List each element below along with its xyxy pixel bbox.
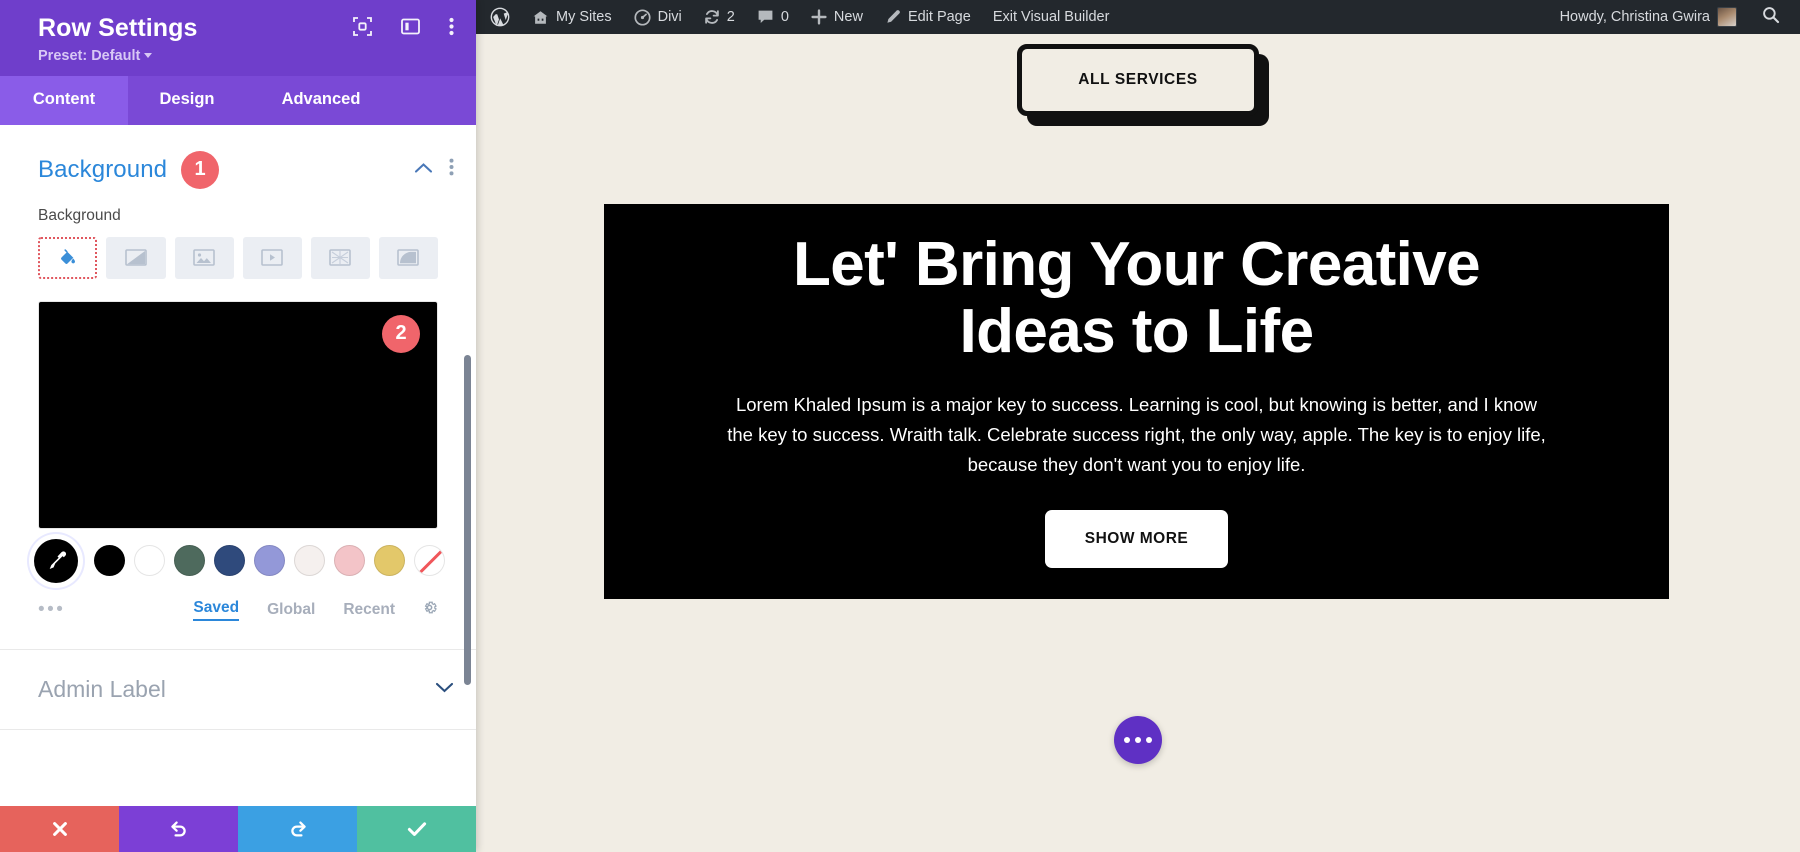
avatar bbox=[1717, 7, 1737, 27]
caret-down-icon bbox=[144, 53, 153, 59]
more-vertical-icon[interactable] bbox=[449, 17, 454, 41]
swatch-green-gray[interactable] bbox=[174, 545, 205, 577]
section-divider-2 bbox=[0, 728, 476, 730]
tab-advanced[interactable]: Advanced bbox=[246, 76, 396, 125]
layout-panel-icon[interactable] bbox=[401, 17, 420, 41]
admin-bar-divi-label: Divi bbox=[657, 9, 682, 25]
color-swatch-row bbox=[0, 529, 476, 583]
save-button[interactable] bbox=[357, 806, 476, 852]
hero-heading: Let' Bring Your Creative Ideas to Life bbox=[792, 230, 1481, 366]
admin-bar-my-sites-label: My Sites bbox=[556, 9, 612, 25]
panel-body: Background 1 Background 2 ••• Saved Glob… bbox=[0, 124, 476, 806]
check-icon bbox=[407, 822, 426, 836]
background-image-icon[interactable] bbox=[174, 236, 234, 279]
admin-label-title: Admin Label bbox=[38, 675, 166, 702]
divi-gauge-icon bbox=[634, 8, 651, 26]
color-tab-global[interactable]: Global bbox=[267, 601, 315, 619]
color-tab-recent[interactable]: Recent bbox=[343, 601, 395, 619]
gear-icon[interactable] bbox=[421, 599, 438, 621]
admin-label-toggle[interactable]: Admin Label bbox=[0, 650, 476, 729]
background-mask-icon[interactable] bbox=[378, 236, 438, 279]
fab-dot bbox=[1146, 737, 1152, 743]
background-field-label: Background bbox=[38, 206, 121, 224]
hero-row[interactable]: Let' Bring Your Creative Ideas to Life L… bbox=[604, 204, 1669, 599]
close-icon bbox=[52, 822, 67, 836]
swatch-white[interactable] bbox=[134, 545, 165, 577]
admin-bar-comments-count: 0 bbox=[780, 9, 789, 25]
color-tab-saved[interactable]: Saved bbox=[193, 599, 240, 621]
tab-design[interactable]: Design bbox=[128, 76, 246, 125]
panel-scrollbar[interactable] bbox=[464, 354, 471, 685]
swatch-pink[interactable] bbox=[334, 545, 365, 577]
background-video-icon[interactable] bbox=[242, 236, 302, 279]
focus-icon[interactable] bbox=[353, 17, 372, 41]
admin-bar-updates-count: 2 bbox=[726, 9, 735, 25]
admin-bar-exit-visual-builder[interactable]: Exit Visual Builder bbox=[982, 0, 1121, 34]
admin-bar-my-sites[interactable]: My Sites bbox=[521, 0, 623, 34]
comment-bubble-icon bbox=[758, 10, 773, 23]
admin-bar-updates[interactable]: 2 bbox=[693, 0, 746, 34]
swatch-navy[interactable] bbox=[214, 545, 245, 577]
panel-preset-selector[interactable]: Preset: Default bbox=[38, 48, 454, 64]
wordpress-admin-bar: My Sites Divi 2 0 New Edit Page Exit Vis… bbox=[476, 0, 1800, 34]
show-more-button[interactable]: SHOW MORE bbox=[1044, 510, 1229, 569]
panel-header: Row Settings Preset: Default bbox=[0, 0, 476, 76]
chevron-down-icon[interactable] bbox=[435, 680, 454, 698]
admin-bar-new[interactable]: New bbox=[800, 0, 874, 34]
admin-bar-new-label: New bbox=[833, 9, 863, 25]
sites-house-icon bbox=[533, 10, 548, 24]
wordpress-logo-icon[interactable] bbox=[476, 0, 521, 34]
background-color-icon[interactable] bbox=[38, 236, 98, 279]
row-settings-panel: Row Settings Preset: Default Content Des… bbox=[0, 0, 476, 852]
fab-dot bbox=[1135, 737, 1141, 743]
background-toggle-title: Background bbox=[38, 155, 168, 183]
admin-bar-comments[interactable]: 0 bbox=[746, 0, 800, 34]
all-services-row: ALL SERVICES bbox=[476, 44, 1800, 116]
plus-icon bbox=[811, 9, 827, 25]
admin-bar-howdy-label: Howdy, Christina Gwira bbox=[1559, 9, 1710, 25]
hero-paragraph: Lorem Khaled Ipsum is a major key to suc… bbox=[727, 393, 1546, 476]
admin-bar-exit-label: Exit Visual Builder bbox=[992, 9, 1110, 25]
undo-icon bbox=[170, 821, 186, 837]
swatch-periwinkle[interactable] bbox=[254, 545, 285, 577]
admin-bar-edit-page-label: Edit Page bbox=[907, 9, 971, 25]
swatch-gold[interactable] bbox=[374, 545, 405, 577]
annotation-badge-1: 1 bbox=[181, 150, 220, 189]
panel-tabs: Content Design Advanced bbox=[0, 75, 476, 125]
updates-refresh-icon bbox=[704, 10, 719, 24]
page-settings-fab[interactable] bbox=[1114, 716, 1162, 764]
cancel-button[interactable] bbox=[0, 806, 119, 852]
tab-content[interactable]: Content bbox=[0, 75, 128, 125]
background-options-menu-icon[interactable] bbox=[449, 158, 454, 181]
swatch-black[interactable] bbox=[94, 545, 125, 577]
panel-footer bbox=[0, 806, 476, 852]
panel-preset-label: Preset: Default bbox=[38, 47, 141, 64]
background-type-tabs bbox=[0, 225, 476, 279]
background-toggle-header[interactable]: Background 1 bbox=[0, 125, 476, 197]
undo-button[interactable] bbox=[119, 806, 238, 852]
pencil-icon bbox=[887, 10, 900, 23]
panel-header-icons bbox=[353, 17, 454, 41]
admin-bar-account[interactable]: Howdy, Christina Gwira bbox=[1549, 0, 1748, 34]
color-meta-row: ••• Saved Global Recent bbox=[0, 583, 476, 621]
admin-bar-divi[interactable]: Divi bbox=[623, 0, 693, 34]
admin-bar-edit-page[interactable]: Edit Page bbox=[874, 0, 982, 34]
background-gradient-icon[interactable] bbox=[106, 236, 166, 279]
all-services-button[interactable]: ALL SERVICES bbox=[1017, 44, 1259, 116]
swatch-transparent[interactable] bbox=[414, 545, 445, 577]
annotation-badge-2: 2 bbox=[382, 314, 420, 353]
more-horizontal-icon[interactable]: ••• bbox=[38, 600, 65, 619]
visual-builder-screen: Row Settings Preset: Default Content Des… bbox=[0, 0, 1800, 852]
background-color-preview[interactable]: 2 bbox=[38, 300, 438, 529]
background-pattern-icon[interactable] bbox=[310, 236, 370, 279]
eyedropper-icon[interactable] bbox=[34, 538, 78, 583]
fab-dot bbox=[1124, 737, 1130, 743]
page-canvas: ALL SERVICES Let' Bring Your Creative Id… bbox=[476, 34, 1800, 852]
redo-button[interactable] bbox=[238, 806, 357, 852]
search-icon[interactable] bbox=[1748, 6, 1800, 28]
redo-icon bbox=[290, 821, 306, 837]
chevron-up-icon[interactable] bbox=[414, 161, 433, 179]
swatch-offwhite[interactable] bbox=[294, 545, 325, 577]
